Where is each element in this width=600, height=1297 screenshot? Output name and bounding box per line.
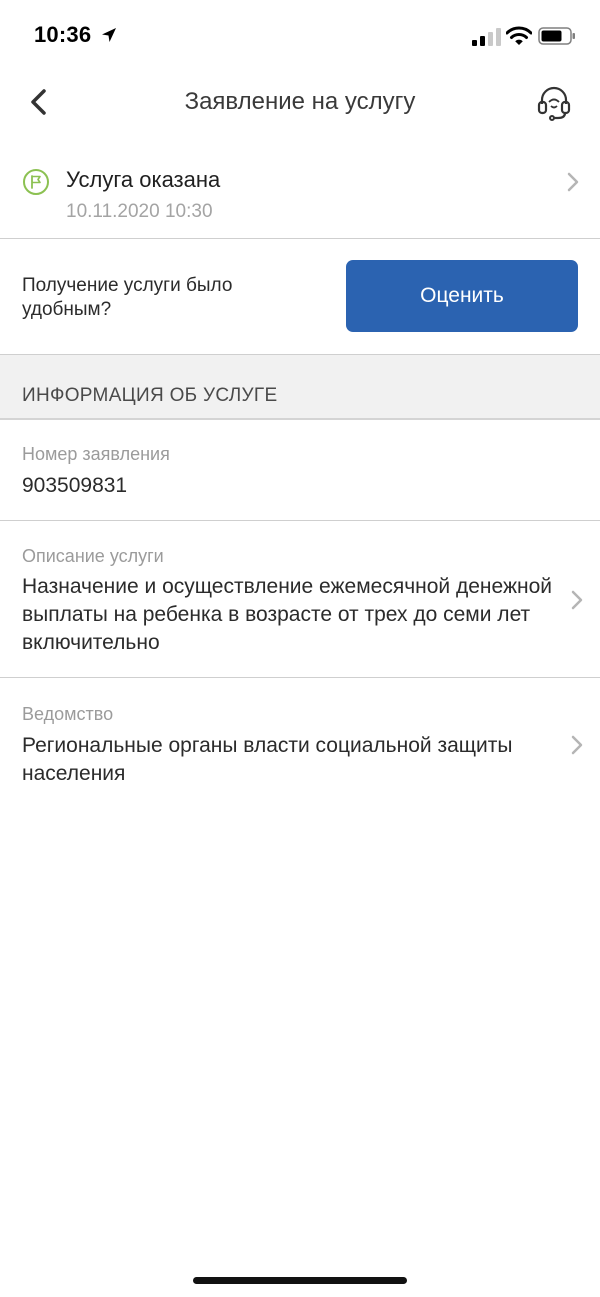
chevron-right-icon [567, 172, 579, 192]
rate-button[interactable]: Оценить [346, 260, 578, 332]
cellular-signal-icon [472, 28, 501, 46]
chevron-right-icon [571, 735, 583, 755]
status-time: 10:36 [34, 22, 92, 47]
field-label: Описание услуги [22, 546, 164, 566]
flag-icon [23, 169, 49, 195]
status-bar: 10:36 [0, 0, 600, 70]
page-title: Заявление на услугу [184, 88, 416, 115]
service-status-row[interactable]: Услуга оказана 10.11.2020 10:30 [0, 146, 600, 238]
field-label: Номер заявления [22, 444, 170, 464]
home-indicator [193, 1277, 407, 1284]
field-value: Региональные органы власти социальной за… [22, 734, 513, 785]
status-title: Услуга оказана [66, 167, 221, 192]
chevron-right-icon [571, 590, 583, 610]
rating-block: Получение услуги было удобным? Оценить [0, 239, 600, 354]
field-service-description[interactable]: Описание услуги Назначение и осуществлен… [0, 521, 600, 677]
field-value: 903509831 [22, 474, 128, 497]
battery-icon [538, 27, 575, 45]
headset-support-icon[interactable] [534, 82, 574, 122]
status-date: 10.11.2020 10:30 [66, 201, 213, 222]
field-department[interactable]: Ведомство Региональные органы власти соц… [0, 678, 600, 790]
field-application-number: Номер заявления 903509831 [0, 420, 600, 520]
field-label: Ведомство [22, 704, 114, 724]
section-header-title: ИНФОРМАЦИЯ ОБ УСЛУГЕ [22, 385, 278, 406]
rating-question: Получение услуги было удобным? [22, 275, 233, 320]
nav-bar: Заявление на услугу [0, 70, 600, 134]
field-value: Назначение и осуществление ежемесячной д… [22, 575, 553, 654]
location-arrow-icon [102, 28, 116, 42]
section-header: ИНФОРМАЦИЯ ОБ УСЛУГЕ [0, 355, 600, 418]
wifi-icon [506, 26, 532, 45]
